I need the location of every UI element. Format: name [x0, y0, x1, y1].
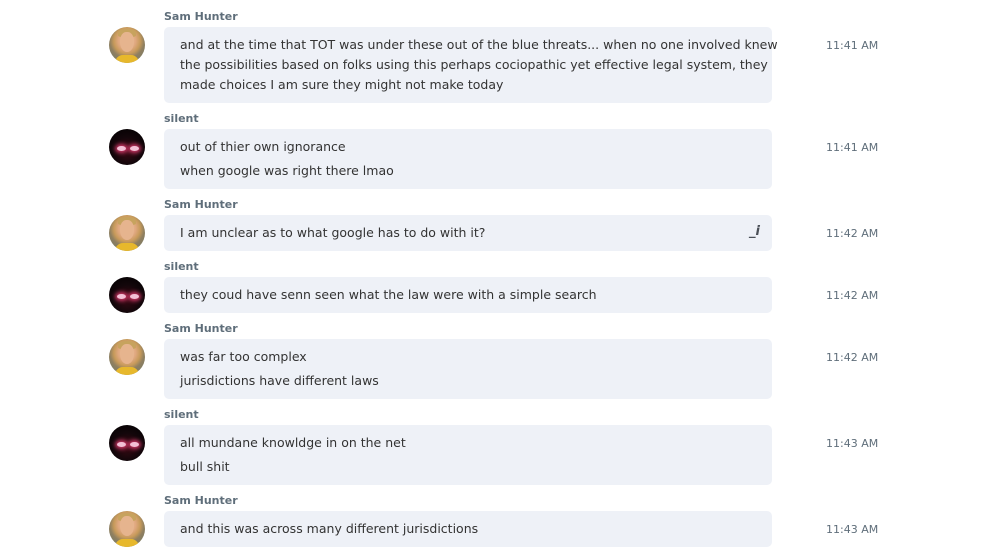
message-timestamp: 11:43 AM	[826, 437, 879, 450]
sam-hunter-avatar[interactable]	[109, 339, 145, 375]
sam-hunter-avatar[interactable]	[109, 511, 145, 547]
message-text: and at the time that TOT was under these…	[180, 37, 778, 52]
sam-hunter-avatar[interactable]	[109, 27, 145, 63]
message-timestamp: 11:42 AM	[826, 289, 879, 302]
message-bubble[interactable]: was far too complex jurisdictions have d…	[164, 339, 772, 399]
username[interactable]: Sam Hunter	[164, 494, 238, 507]
message-timestamp: 11:43 AM	[826, 523, 879, 536]
silent-avatar[interactable]	[109, 129, 145, 165]
sam-hunter-avatar[interactable]	[109, 215, 145, 251]
message-text: when google was right there lmao	[180, 163, 394, 178]
chat-log: Sam Hunter and at the time that TOT was …	[0, 0, 981, 553]
message-bubble[interactable]: and this was across many different juris…	[164, 511, 772, 547]
message-timestamp: 11:41 AM	[826, 39, 879, 52]
message-bubble[interactable]: and at the time that TOT was under these…	[164, 27, 778, 103]
message-bubble[interactable]: out of thier own ignorance when google w…	[164, 129, 772, 189]
message-text: the possibilities based on folks using t…	[180, 57, 768, 72]
message-text: bull shit	[180, 459, 230, 474]
silent-avatar[interactable]	[109, 425, 145, 461]
message-bubble[interactable]: I am unclear as to what google has to do…	[164, 215, 772, 251]
message-text: and this was across many different juris…	[180, 521, 479, 536]
message-text: made choices I am sure they might not ma…	[180, 77, 504, 92]
message-text: I am unclear as to what google has to do…	[180, 225, 486, 240]
message-text: jurisdictions have different laws	[180, 373, 379, 388]
username[interactable]: silent	[164, 112, 199, 125]
message-bubble[interactable]: they coud have senn seen what the law we…	[164, 277, 772, 313]
username[interactable]: Sam Hunter	[164, 198, 238, 211]
message-text: all mundane knowldge in on the net	[180, 435, 406, 450]
message-text: was far too complex	[180, 349, 307, 364]
username[interactable]: silent	[164, 260, 199, 273]
message-timestamp: 11:42 AM	[826, 351, 879, 364]
username[interactable]: Sam Hunter	[164, 10, 238, 23]
username[interactable]: silent	[164, 408, 199, 421]
message-bubble[interactable]: all mundane knowldge in on the net bull …	[164, 425, 772, 485]
username[interactable]: Sam Hunter	[164, 322, 238, 335]
message-text: out of thier own ignorance	[180, 139, 346, 154]
message-timestamp: 11:41 AM	[826, 141, 879, 154]
message-text: they coud have senn seen what the law we…	[180, 287, 597, 302]
message-timestamp: 11:42 AM	[826, 227, 879, 240]
edit-icon[interactable]: _i	[749, 224, 760, 239]
silent-avatar[interactable]	[109, 277, 145, 313]
